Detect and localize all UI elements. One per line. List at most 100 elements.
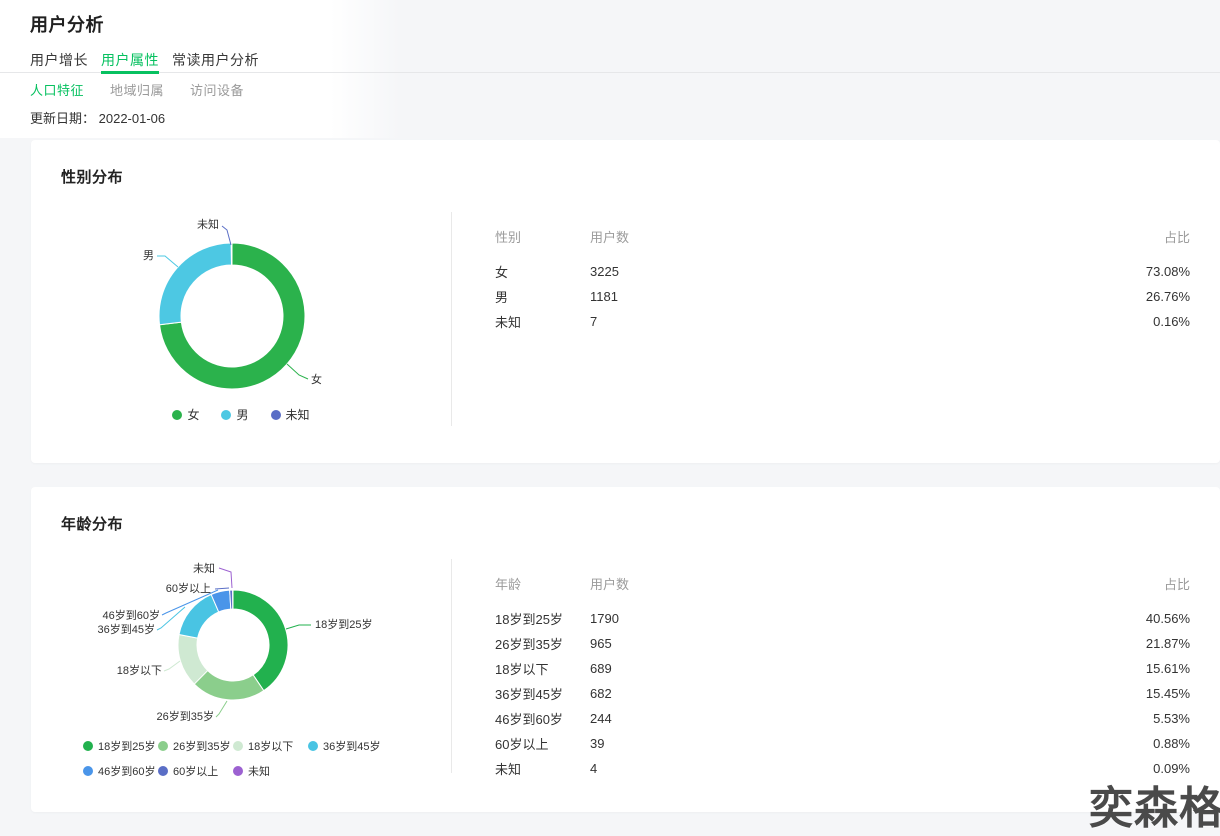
label-line-2 [164, 661, 180, 671]
cell-users: 3225 [590, 264, 1146, 279]
gender-legend: 女 男 未知 [39, 406, 443, 423]
gender-card-divider [451, 212, 452, 426]
donut-slice-3[interactable] [179, 595, 219, 639]
legend-item-1[interactable]: 男 [221, 406, 248, 423]
cell-label: 未知 [495, 759, 590, 778]
page-title: 用户分析 [30, 11, 104, 37]
legend-dot-icon [233, 741, 243, 751]
age-table-header: 年龄 用户数 占比 [495, 575, 1190, 592]
gender-table-body: 女322573.08%男118126.76%未知70.16% [495, 259, 1190, 334]
cell-share: 40.56% [1146, 611, 1190, 626]
legend-dot-icon [221, 410, 231, 420]
label-line-1 [216, 701, 227, 717]
table-row: 18岁以下68915.61% [495, 656, 1190, 681]
update-date: 更新日期： 2022-01-06 [30, 108, 165, 127]
cell-label: 18岁以下 [495, 659, 590, 678]
cell-share: 15.61% [1146, 661, 1190, 676]
slice-label-6: 未知 [193, 561, 215, 575]
watermark: 奕森格 [1089, 772, 1220, 836]
slice-label-3: 36岁到45岁 [98, 622, 155, 636]
cell-share: 26.76% [1146, 289, 1190, 304]
cell-users: 1790 [590, 611, 1146, 626]
legend-item-3[interactable]: 36岁到45岁 [308, 738, 383, 754]
page-header: 用户分析 用户增长 用户属性 常读用户分析 人口特征 地域归属 访问设备 更新日… [0, 0, 1220, 138]
slice-label-1: 26岁到35岁 [157, 709, 214, 723]
donut-slice-1[interactable] [194, 671, 263, 700]
legend-label: 女 [187, 406, 199, 423]
legend-label: 未知 [248, 763, 270, 779]
col-header-share: 占比 [1164, 227, 1190, 246]
legend-label: 未知 [286, 406, 310, 423]
legend-dot-icon [158, 766, 168, 776]
legend-label: 60岁以上 [173, 763, 218, 779]
gender-chart-pane: 女男未知 女男未知 [31, 140, 451, 463]
legend-label: 男 [236, 406, 248, 423]
label-line-0 [287, 364, 308, 379]
subtab-region[interactable]: 地域归属 [110, 80, 164, 99]
table-row: 女322573.08% [495, 259, 1190, 284]
legend-dot-icon [172, 410, 182, 420]
legend-item-4[interactable]: 46岁到60岁 [83, 763, 158, 779]
table-row: 36岁到45岁68215.45% [495, 681, 1190, 706]
slice-label-5: 60岁以上 [166, 581, 211, 595]
slice-label-0: 18岁到25岁 [315, 617, 372, 631]
cell-share: 5.53% [1153, 711, 1190, 726]
legend-item-2[interactable]: 18岁以下 [233, 738, 308, 754]
donut-slice-2[interactable] [231, 243, 232, 265]
update-date-value: 2022-01-06 [99, 111, 166, 126]
legend-item-0[interactable]: 女 [172, 406, 199, 423]
gender-table: 性别 用户数 占比 女322573.08%男118126.76%未知70.16% [495, 228, 1190, 334]
label-line-6 [219, 568, 232, 588]
table-row: 46岁到60岁2445.53% [495, 706, 1190, 731]
table-row: 60岁以上390.88% [495, 731, 1190, 756]
label-line-0 [286, 625, 311, 629]
subtab-demographics[interactable]: 人口特征 [30, 80, 84, 99]
slice-label-0: 女 [311, 372, 322, 386]
cell-users: 965 [590, 636, 1146, 651]
legend-item-1[interactable]: 26岁到35岁 [158, 738, 233, 754]
subtab-bar: 人口特征 地域归属 访问设备 [30, 80, 244, 99]
table-row: 18岁到25岁179040.56% [495, 606, 1190, 631]
legend-label: 18岁到25岁 [98, 738, 155, 754]
cell-users: 4 [590, 761, 1153, 776]
slice-label-2: 未知 [197, 217, 219, 231]
cell-label: 18岁到25岁 [495, 609, 590, 628]
slice-label-4: 46岁到60岁 [103, 608, 160, 622]
col-header-users: 用户数 [590, 574, 1164, 593]
gender-table-header: 性别 用户数 占比 [495, 228, 1190, 245]
tab-user-attributes[interactable]: 用户属性 [101, 50, 159, 72]
cell-share: 0.88% [1153, 736, 1190, 751]
legend-item-2[interactable]: 未知 [271, 406, 310, 423]
col-header-share: 占比 [1164, 574, 1190, 593]
cell-users: 689 [590, 661, 1146, 676]
donut-slice-0[interactable] [233, 590, 288, 691]
age-legend: 18岁到25岁26岁到35岁18岁以下 36岁到45岁 46岁到60岁 60岁以上 未知 [83, 738, 395, 779]
slice-label-2: 18岁以下 [117, 663, 162, 677]
legend-label: 36岁到45岁 [323, 738, 380, 754]
table-row: 26岁到35岁96521.87% [495, 631, 1190, 656]
age-table: 年龄 用户数 占比 18岁到25岁179040.56%26岁到35岁96521.… [495, 575, 1190, 781]
legend-dot-icon [83, 741, 93, 751]
donut-slice-1[interactable] [159, 243, 231, 325]
legend-item-5[interactable]: 60岁以上 [158, 763, 233, 779]
legend-item-6[interactable]: 未知 [233, 763, 308, 779]
legend-dot-icon [271, 410, 281, 420]
col-header-age: 年龄 [495, 574, 590, 593]
col-header-users: 用户数 [590, 227, 1164, 246]
tab-frequent-readers[interactable]: 常读用户分析 [172, 50, 259, 72]
subtab-device[interactable]: 访问设备 [190, 80, 244, 99]
legend-item-0[interactable]: 18岁到25岁 [83, 738, 158, 754]
cell-users: 682 [590, 686, 1146, 701]
table-row: 男118126.76% [495, 284, 1190, 309]
cell-label: 女 [495, 262, 590, 281]
cell-label: 46岁到60岁 [495, 709, 590, 728]
cell-label: 60岁以上 [495, 734, 590, 753]
cell-users: 1181 [590, 289, 1146, 304]
tab-user-growth[interactable]: 用户增长 [30, 50, 88, 72]
age-table-body: 18岁到25岁179040.56%26岁到35岁96521.87%18岁以下68… [495, 606, 1190, 781]
table-row: 未知40.09% [495, 756, 1190, 781]
cell-share: 21.87% [1146, 636, 1190, 651]
slice-label-1: 男 [143, 250, 154, 262]
age-distribution-card: 年龄分布 18岁到25岁26岁到35岁18岁以下36岁到45岁46岁到60岁60… [31, 487, 1220, 812]
legend-label: 46岁到60岁 [98, 763, 155, 779]
